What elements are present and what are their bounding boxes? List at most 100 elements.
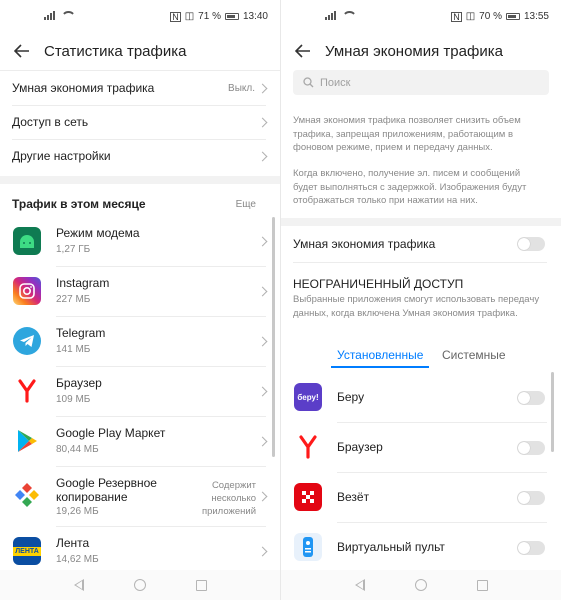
search-placeholder: Поиск [320, 76, 351, 89]
search-input[interactable]: Поиск [293, 70, 549, 95]
app-name: Браузер [337, 440, 383, 454]
nav-recent-icon[interactable] [195, 579, 207, 591]
chevron-right-icon [257, 236, 268, 247]
signal-icon [325, 11, 336, 20]
back-button[interactable] [0, 34, 44, 68]
nav-back-icon[interactable] [354, 579, 365, 591]
wifi-icon [342, 11, 357, 20]
divider [293, 262, 547, 263]
menu-item-label: Доступ в сеть [12, 115, 89, 129]
app-name: Браузер [56, 376, 102, 390]
app-size: 19,26 МБ [56, 506, 99, 517]
divider [12, 105, 266, 106]
nav-home-icon[interactable] [133, 579, 146, 591]
list-item-google-play[interactable]: Google Play Маркет 80,44 МБ [0, 417, 280, 467]
chevron-right-icon [257, 151, 268, 161]
vezet-icon [294, 483, 322, 511]
beru-icon: беру! [294, 383, 322, 411]
list-item-virtual-remote: Виртуальный пульт [281, 523, 561, 573]
scrollbar[interactable] [551, 372, 554, 452]
divider [12, 139, 266, 140]
list-item-telegram[interactable]: Telegram 141 МБ [0, 317, 280, 367]
system-nav-bar [0, 570, 280, 600]
menu-item-label: Умная экономия трафика [12, 81, 155, 95]
nav-recent-icon[interactable] [476, 579, 488, 591]
unlimited-access-title: НЕОГРАНИЧЕННЫЙ ДОСТУП [293, 277, 464, 291]
app-toggle[interactable] [517, 541, 545, 555]
more-link[interactable]: Еще [236, 199, 256, 210]
app-name: Google Резервное копирование [56, 476, 157, 504]
chevron-right-icon [257, 491, 268, 502]
tab-indicator [331, 366, 429, 368]
app-bar: Статистика трафика [0, 34, 280, 68]
app-size: 141 МБ [56, 344, 91, 355]
smart-saving-toggle[interactable] [517, 237, 545, 251]
menu-item-smart-saving[interactable]: Умная экономия трафика Выкл. [0, 73, 280, 103]
list-item-instagram[interactable]: Instagram 227 МБ [0, 267, 280, 317]
app-size: 1,27 ГБ [56, 244, 91, 255]
menu-item-network-access[interactable]: Доступ в сеть [0, 107, 280, 137]
yandex-browser-icon [294, 433, 322, 461]
chevron-right-icon [257, 336, 268, 347]
arrow-left-icon [14, 44, 29, 58]
menu-item-other-settings[interactable]: Другие настройки [0, 141, 280, 171]
app-size: 80,44 МБ [56, 444, 99, 455]
tab-installed[interactable]: Установленные [337, 348, 423, 362]
system-nav-bar [281, 570, 561, 600]
app-size: 14,62 МБ [56, 554, 99, 565]
lenta-icon: ЛЕНТА [13, 537, 41, 565]
chevron-right-icon [257, 436, 268, 447]
app-toggle[interactable] [517, 491, 545, 505]
nfc-icon: N [170, 11, 181, 22]
section-separator [0, 176, 280, 184]
android-icon [13, 227, 41, 255]
instagram-icon [13, 277, 41, 305]
app-name: Беру [337, 390, 365, 404]
divider [0, 70, 280, 71]
vibrate-icon: ◫ [465, 11, 476, 22]
app-name: Google Play Маркет [56, 426, 166, 440]
menu-item-value: Выкл. [228, 82, 255, 94]
battery-percent: 70 % [479, 11, 502, 22]
unlimited-access-desc: Выбранные приложения смогут использовать… [293, 294, 540, 319]
section-separator [281, 218, 561, 226]
google-play-icon [13, 427, 41, 455]
section-title: Трафик в этом месяце [12, 197, 146, 211]
battery-percent: 71 % [198, 11, 221, 22]
app-toggle[interactable] [517, 391, 545, 405]
list-item-modem[interactable]: Режим модема 1,27 ГБ [0, 217, 280, 267]
battery-icon [505, 13, 520, 20]
app-toggle[interactable] [517, 441, 545, 455]
scrollbar[interactable] [272, 217, 275, 457]
nfc-icon: N [451, 11, 462, 22]
traffic-stats-screen: N ◫ 71 % 13:40 Статистика трафика Умная … [0, 0, 280, 600]
tab-system[interactable]: Системные [442, 348, 506, 362]
description-text: Умная экономия трафика позволяет снизить… [293, 115, 521, 153]
nav-home-icon[interactable] [414, 579, 427, 591]
smart-saving-screen: N ◫ 70 % 13:55 Умная экономия трафика По… [281, 0, 561, 600]
status-bar: N ◫ 70 % 13:55 [281, 0, 561, 34]
chevron-right-icon [257, 286, 268, 297]
menu-item-label: Другие настройки [12, 149, 111, 163]
status-right: N ◫ 70 % 13:55 [451, 11, 549, 22]
page-title: Умная экономия трафика [325, 42, 503, 60]
app-name: Везёт [337, 490, 370, 504]
remote-icon [294, 533, 322, 561]
arrow-left-icon [295, 44, 310, 58]
list-item-google-backup[interactable]: Google Резервное копирование 19,26 МБ Со… [0, 467, 280, 527]
status-bar: N ◫ 71 % 13:40 [0, 0, 280, 34]
app-note: Содержит несколько приложений [201, 480, 256, 517]
back-button[interactable] [281, 34, 325, 68]
clock: 13:55 [523, 11, 549, 22]
signal-icons [325, 11, 357, 20]
chevron-right-icon [257, 546, 268, 557]
tab-bar: Установленные Системные [281, 345, 561, 368]
list-item-browser[interactable]: Браузер 109 МБ [0, 367, 280, 417]
app-name: Telegram [56, 326, 106, 340]
nav-back-icon[interactable] [73, 579, 84, 591]
page-title: Статистика трафика [44, 42, 187, 60]
chevron-right-icon [257, 117, 268, 127]
clock: 13:40 [242, 11, 268, 22]
yandex-browser-icon [13, 377, 41, 405]
app-name: Instagram [56, 276, 110, 290]
